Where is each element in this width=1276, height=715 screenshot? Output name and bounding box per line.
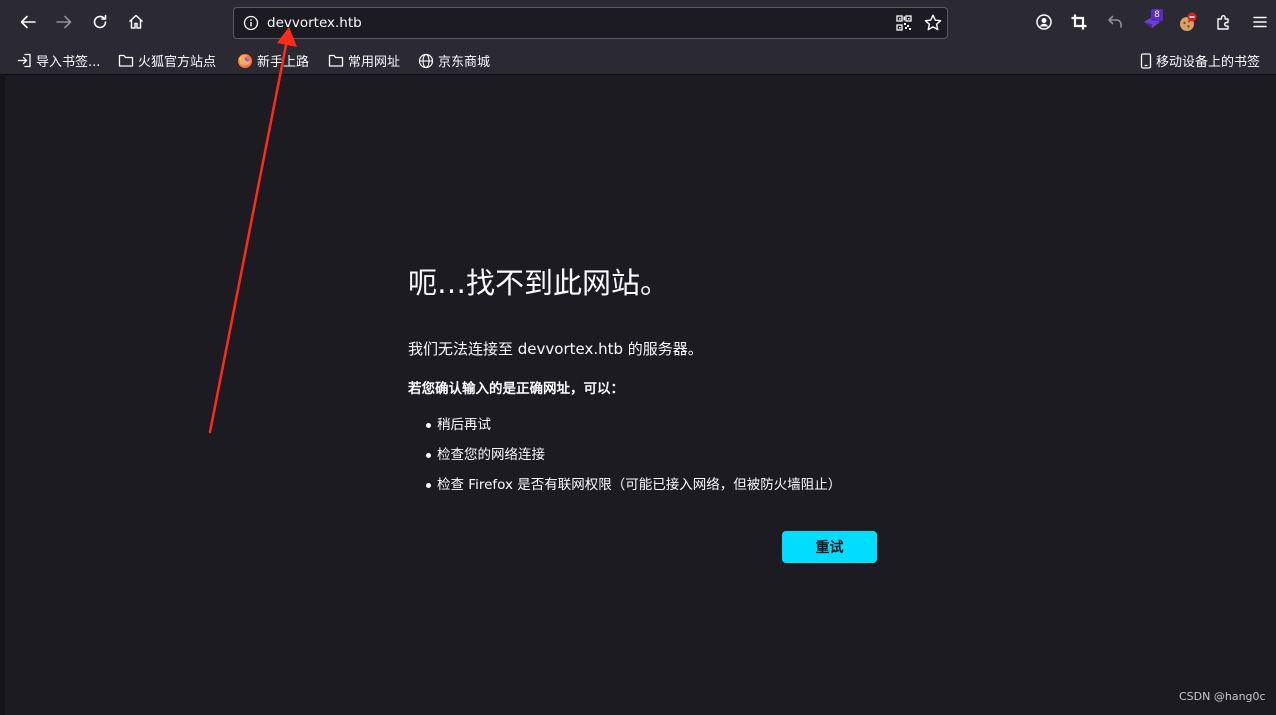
home-button[interactable] [121, 7, 151, 37]
menu-button[interactable] [1245, 7, 1275, 37]
undo-icon [1108, 15, 1122, 28]
error-suggestions-list: 稍后再试 检查您的网络连接 检查 Firefox 是否有联网权限（可能已接入网络… [408, 414, 841, 504]
bookmark-jd-mall[interactable]: 京东商城 [418, 50, 490, 71]
screenshot-button[interactable] [1064, 7, 1094, 37]
bookmark-mobile-folder[interactable]: 移动设备上的书签 [1140, 50, 1260, 71]
bookmark-label: 常用网址 [348, 55, 401, 70]
undo-close-button[interactable] [1100, 7, 1130, 37]
bookmark-label: 新手上路 [257, 55, 310, 70]
bookmark-getting-started[interactable]: 新手上路 [237, 50, 309, 71]
extension-cookie-button[interactable] [1173, 7, 1203, 37]
url-text[interactable]: devvortex.htb [267, 15, 362, 31]
bookmark-label: 移动设备上的书签 [1156, 55, 1261, 70]
bookmark-folder-common-sites[interactable]: 常用网址 [328, 50, 400, 71]
crop-icon [1071, 14, 1087, 30]
hamburger-menu-icon [1253, 16, 1267, 28]
home-icon [128, 14, 144, 29]
list-item: 稍后再试 [408, 414, 841, 444]
globe-icon [418, 53, 434, 68]
bookmark-label: 火狐官方站点 [138, 55, 217, 70]
forward-button[interactable] [49, 7, 79, 37]
extension-badge: 8 [1151, 9, 1163, 21]
bookmark-import[interactable]: 导入书签... [17, 50, 100, 71]
puzzle-icon [1217, 15, 1229, 30]
error-description: 我们无法连接至 devvortex.htb 的服务器。 [408, 340, 703, 358]
back-arrow-icon [20, 15, 36, 29]
forward-arrow-icon [56, 15, 72, 29]
import-icon [17, 53, 31, 68]
list-item: 检查您的网络连接 [408, 444, 841, 474]
navigation-toolbar: devvortex.htb 8 [0, 0, 1276, 46]
watermark: CSDN @hang0c [1179, 690, 1266, 703]
reload-button[interactable] [85, 7, 115, 37]
bookmark-label: 导入书签... [36, 55, 101, 70]
annotation-arrow-shaft [208, 38, 289, 434]
folder-icon [118, 54, 134, 67]
folder-icon [328, 54, 344, 67]
extensions-button[interactable] [1209, 7, 1239, 37]
bookmarks-toolbar: 导入书签... 火狐官方站点 新手上路 常用网址 京东商城 移动设备上的书签 [0, 46, 1276, 75]
account-button[interactable] [1029, 7, 1059, 37]
bookmark-star-icon[interactable] [923, 13, 943, 33]
back-button[interactable] [13, 7, 43, 37]
error-hint: 若您确认输入的是正确网址，可以： [408, 381, 624, 397]
bookmark-folder-firefox-official[interactable]: 火狐官方站点 [118, 50, 216, 71]
extension-hackbar-button[interactable]: 8 [1137, 7, 1167, 37]
error-title: 呃…找不到此网站。 [408, 266, 670, 300]
retry-button[interactable]: 重试 [782, 531, 877, 563]
mobile-icon [1140, 52, 1152, 69]
site-info-icon[interactable] [240, 12, 262, 34]
firefox-icon [238, 53, 252, 68]
bookmark-label: 京东商城 [438, 55, 491, 70]
cookie-extension-icon [1180, 12, 1197, 31]
list-item: 检查 Firefox 是否有联网权限（可能已接入网络，但被防火墙阻止） [408, 474, 841, 504]
window-edge [0, 76, 5, 715]
qr-code-icon[interactable] [896, 15, 912, 31]
reload-icon [93, 14, 107, 29]
account-icon [1036, 14, 1052, 30]
address-bar[interactable]: devvortex.htb [233, 7, 948, 39]
